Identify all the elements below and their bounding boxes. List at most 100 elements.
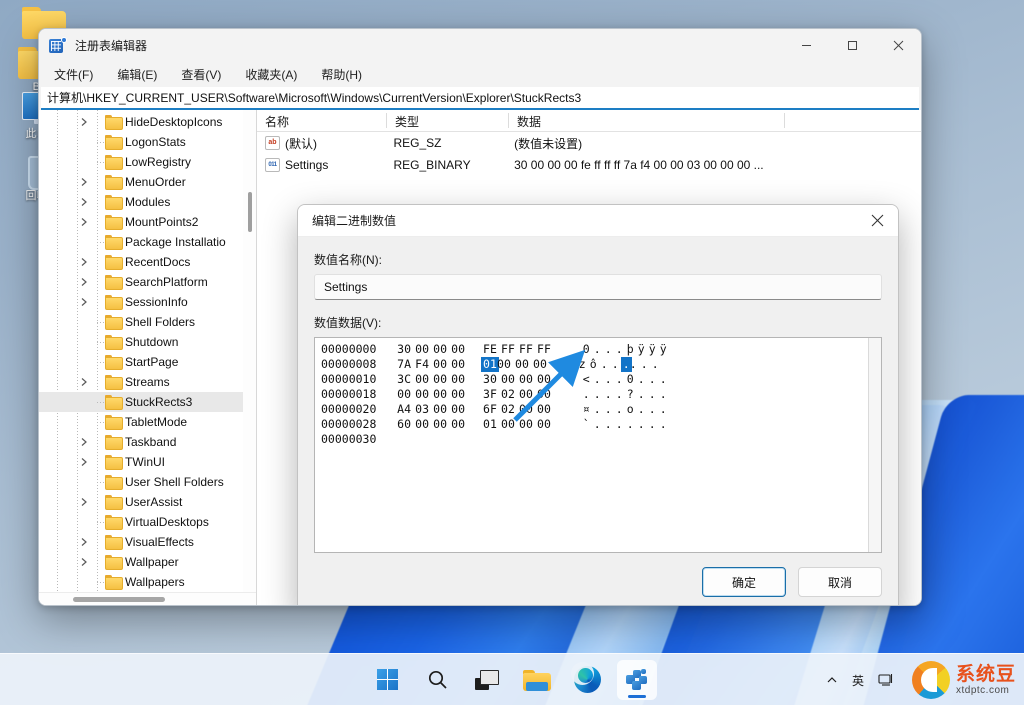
- tree-vertical-scrollbar[interactable]: [243, 110, 256, 592]
- hex-byte[interactable]: FE: [483, 342, 501, 357]
- value-name-input[interactable]: Settings: [314, 274, 882, 300]
- hex-byte[interactable]: 00: [397, 387, 415, 402]
- hex-byte[interactable]: 00: [533, 357, 551, 372]
- menu-favorites[interactable]: 收藏夹(A): [242, 64, 300, 85]
- chevron-right-icon[interactable]: [79, 457, 89, 467]
- chevron-right-icon[interactable]: [79, 377, 89, 387]
- regedit-button[interactable]: [617, 660, 657, 700]
- hex-byte[interactable]: FF: [537, 342, 555, 357]
- hex-byte[interactable]: 3F: [483, 387, 501, 402]
- hex-byte[interactable]: 00: [451, 372, 469, 387]
- chevron-right-icon[interactable]: [79, 197, 89, 207]
- hex-line[interactable]: 00000010 3C000000 30000000 <...0...: [321, 372, 881, 387]
- tree-item-taskband[interactable]: Taskband: [39, 432, 256, 452]
- hex-byte[interactable]: 02: [501, 387, 519, 402]
- hex-byte[interactable]: 00: [433, 417, 451, 432]
- hex-byte[interactable]: 00: [433, 402, 451, 417]
- hex-byte[interactable]: 00: [537, 372, 555, 387]
- hex-byte[interactable]: 60: [397, 417, 415, 432]
- tree-item-stuckrects3[interactable]: StuckRects3: [39, 392, 256, 412]
- hex-byte[interactable]: 00: [415, 372, 433, 387]
- hex-byte[interactable]: 01: [483, 417, 501, 432]
- table-row[interactable]: ab(默认)REG_SZ(数值未设置): [257, 132, 921, 154]
- chevron-right-icon[interactable]: [79, 437, 89, 447]
- table-row[interactable]: 011SettingsREG_BINARY30 00 00 00 fe ff f…: [257, 154, 921, 176]
- tree-item-shutdown[interactable]: Shutdown: [39, 332, 256, 352]
- ime-indicator[interactable]: 英: [852, 672, 864, 689]
- tree-item-package-installatio[interactable]: Package Installatio: [39, 232, 256, 252]
- hex-editor[interactable]: 00000000 30000000 FEFFFFFF 0...þÿÿÿ00000…: [314, 337, 882, 553]
- hex-line[interactable]: 00000030: [321, 432, 881, 447]
- task-view-button[interactable]: [467, 660, 507, 700]
- tree-item-tabletmode[interactable]: TabletMode: [39, 412, 256, 432]
- hex-byte[interactable]: 03: [415, 402, 433, 417]
- menu-view[interactable]: 查看(V): [178, 64, 224, 85]
- tree-item-virtualdesktops[interactable]: VirtualDesktops: [39, 512, 256, 532]
- hex-line[interactable]: 00000000 30000000 FEFFFFFF 0...þÿÿÿ: [321, 342, 881, 357]
- column-header-data[interactable]: 数据: [509, 110, 785, 131]
- hex-byte[interactable]: F4: [415, 357, 433, 372]
- hex-byte[interactable]: 00: [451, 357, 469, 372]
- hex-byte[interactable]: 00: [537, 387, 555, 402]
- registry-tree[interactable]: HideDesktopIconsLogonStatsLowRegistryMen…: [39, 110, 256, 592]
- hex-byte[interactable]: 00: [433, 357, 451, 372]
- tree-item-twinui[interactable]: TWinUI: [39, 452, 256, 472]
- tree-horizontal-scrollbar[interactable]: [39, 592, 256, 605]
- hex-byte[interactable]: 00: [519, 387, 537, 402]
- hex-byte[interactable]: 00: [415, 417, 433, 432]
- tree-item-user-shell-folders[interactable]: User Shell Folders: [39, 472, 256, 492]
- cancel-button[interactable]: 取消: [798, 567, 882, 597]
- hex-byte[interactable]: 00: [451, 417, 469, 432]
- scrollbar-thumb[interactable]: [248, 192, 252, 232]
- chevron-right-icon[interactable]: [79, 297, 89, 307]
- chevron-right-icon[interactable]: [79, 497, 89, 507]
- hex-line[interactable]: 00000018 00000000 3F020000 ....?...: [321, 387, 881, 402]
- scrollbar-thumb[interactable]: [73, 597, 165, 602]
- chevron-right-icon[interactable]: [79, 537, 89, 547]
- maximize-icon[interactable]: [829, 29, 875, 62]
- hex-byte[interactable]: 00: [537, 402, 555, 417]
- hex-byte[interactable]: 3C: [397, 372, 415, 387]
- hex-byte[interactable]: 02: [501, 402, 519, 417]
- menu-help[interactable]: 帮助(H): [318, 64, 365, 85]
- hex-byte[interactable]: FF: [519, 342, 537, 357]
- hex-line[interactable]: 00000020 A4030000 6F020000 ¤...o...: [321, 402, 881, 417]
- tree-item-streams[interactable]: Streams: [39, 372, 256, 392]
- hex-byte[interactable]: FF: [501, 342, 519, 357]
- tree-item-hidedesktopicons[interactable]: HideDesktopIcons: [39, 112, 256, 132]
- chevron-right-icon[interactable]: [79, 277, 89, 287]
- edge-button[interactable]: [567, 660, 607, 700]
- column-header-name[interactable]: 名称: [257, 110, 387, 131]
- address-bar[interactable]: 计算机\HKEY_CURRENT_USER\Software\Microsoft…: [41, 87, 919, 110]
- close-icon[interactable]: [875, 29, 921, 62]
- start-button[interactable]: [367, 660, 407, 700]
- hex-byte[interactable]: 00: [451, 387, 469, 402]
- hex-byte[interactable]: 00: [415, 387, 433, 402]
- tree-item-visualeffects[interactable]: VisualEffects: [39, 532, 256, 552]
- minimize-icon[interactable]: [783, 29, 829, 62]
- hex-byte[interactable]: 30: [483, 372, 501, 387]
- hex-byte[interactable]: 00: [451, 342, 469, 357]
- hex-byte[interactable]: 00: [433, 387, 451, 402]
- hex-line[interactable]: 00000008 7AF40000 01000000 zô......: [321, 357, 881, 372]
- hex-byte[interactable]: A4: [397, 402, 415, 417]
- file-explorer-button[interactable]: [517, 660, 557, 700]
- tree-item-logonstats[interactable]: LogonStats: [39, 132, 256, 152]
- tree-item-recentdocs[interactable]: RecentDocs: [39, 252, 256, 272]
- tree-item-userassist[interactable]: UserAssist: [39, 492, 256, 512]
- ok-button[interactable]: 确定: [702, 567, 786, 597]
- hex-line[interactable]: 00000028 60000000 01000000 `.......: [321, 417, 881, 432]
- hex-byte[interactable]: 00: [451, 402, 469, 417]
- tree-item-menuorder[interactable]: MenuOrder: [39, 172, 256, 192]
- hex-vertical-scrollbar[interactable]: [868, 338, 881, 552]
- tree-item-lowregistry[interactable]: LowRegistry: [39, 152, 256, 172]
- hex-byte[interactable]: 00: [497, 357, 515, 372]
- hex-byte[interactable]: 00: [501, 372, 519, 387]
- chevron-right-icon[interactable]: [79, 257, 89, 267]
- hex-byte[interactable]: 30: [397, 342, 415, 357]
- hex-byte[interactable]: 00: [515, 357, 533, 372]
- search-button[interactable]: [417, 660, 457, 700]
- menu-edit[interactable]: 编辑(E): [114, 64, 160, 85]
- hex-byte[interactable]: 00: [415, 342, 433, 357]
- tree-item-wallpaper[interactable]: Wallpaper: [39, 552, 256, 572]
